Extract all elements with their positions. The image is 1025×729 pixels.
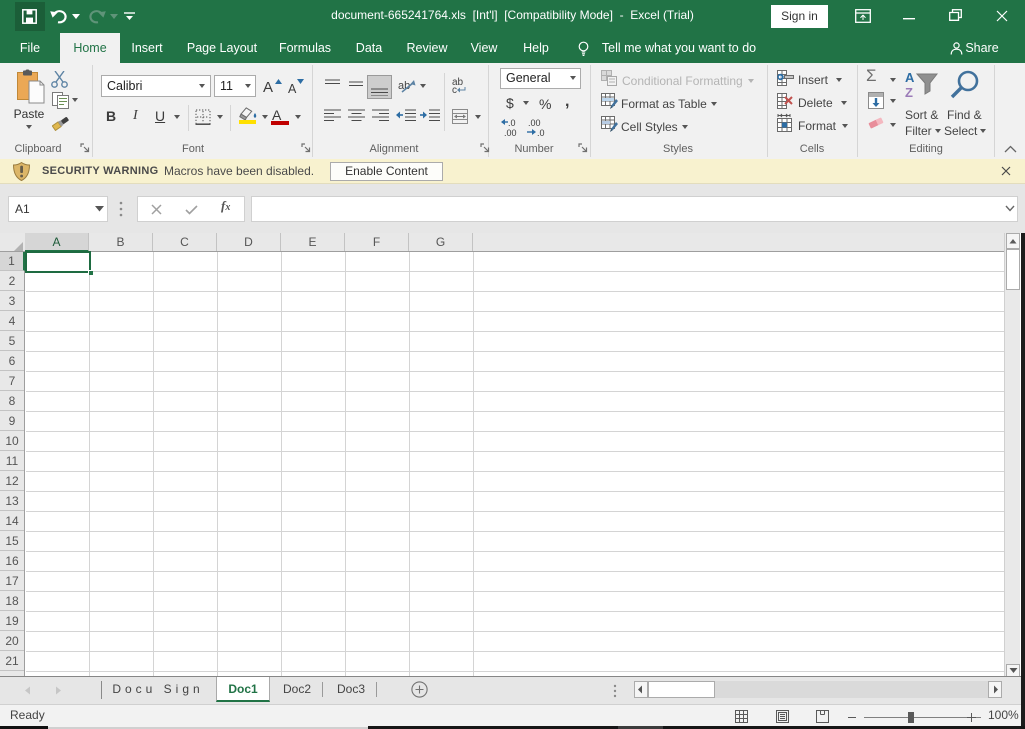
svg-text:Z: Z [905,85,913,100]
svg-text:.0: .0 [508,118,516,128]
svg-text:.0: .0 [537,128,545,138]
svg-text:.00: .00 [528,118,541,128]
svg-text:.00: .00 [504,128,517,138]
svg-text:A: A [905,70,915,85]
svg-text:c: c [452,85,457,93]
